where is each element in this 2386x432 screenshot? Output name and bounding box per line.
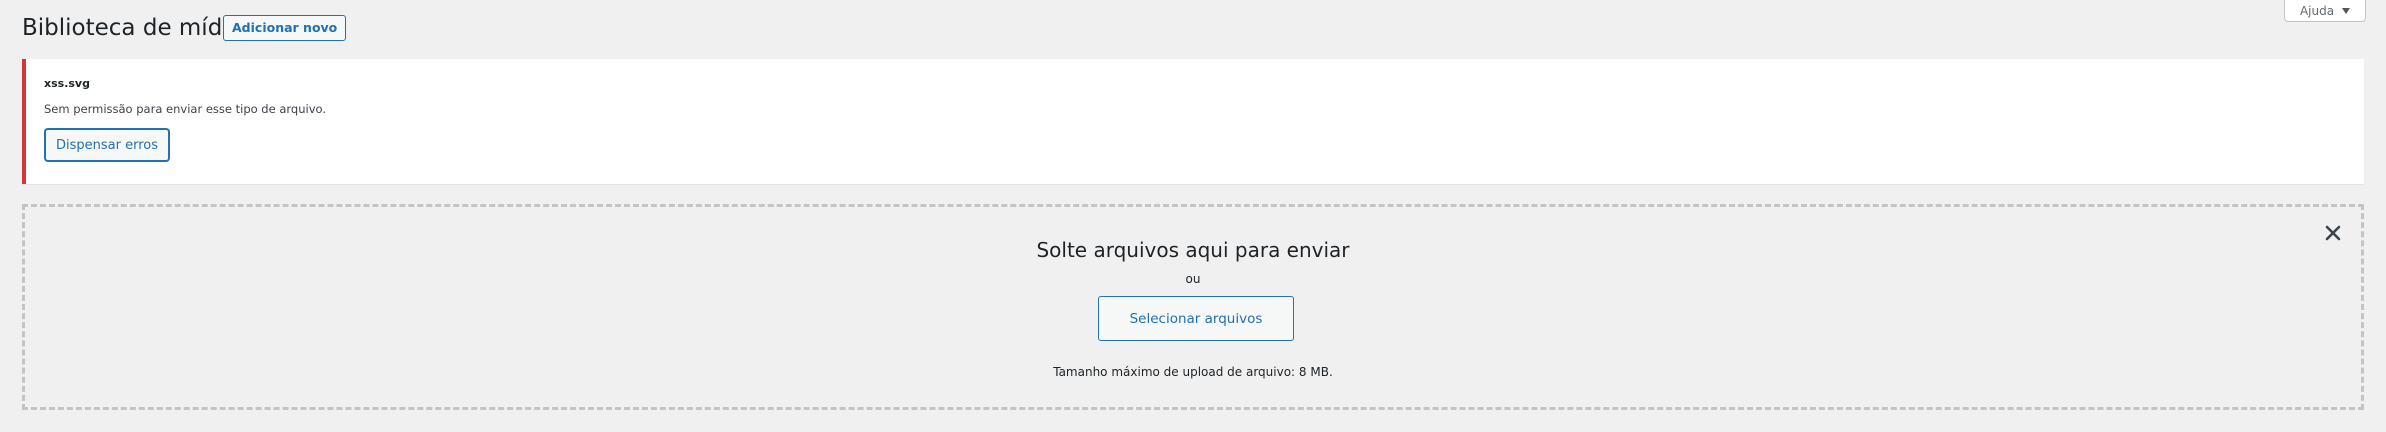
caret-down-icon [2342,8,2351,14]
error-filename: xss.svg [44,77,90,90]
page-title: Biblioteca de mídia [22,15,243,41]
help-tab-button[interactable]: Ajuda [2284,0,2366,22]
dropzone-or-text: ou [1185,272,1201,286]
error-notice: xss.svg Sem permissão para enviar esse t… [22,59,2364,184]
dismiss-errors-button[interactable]: Dispensar erros [45,129,170,161]
select-files-button[interactable]: Selecionar arquivos [1098,296,1294,341]
add-new-button[interactable]: Adicionar novo [223,15,347,41]
dropzone-title: Solte arquivos aqui para enviar [1036,238,1350,262]
upload-dropzone[interactable]: Solte arquivos aqui para enviar ou Selec… [22,204,2364,410]
max-upload-size-text: Tamanho máximo de upload de arquivo: 8 M… [1053,365,1333,379]
help-tab-label: Ajuda [2299,3,2335,18]
error-message: Sem permissão para enviar esse tipo de a… [44,102,326,116]
